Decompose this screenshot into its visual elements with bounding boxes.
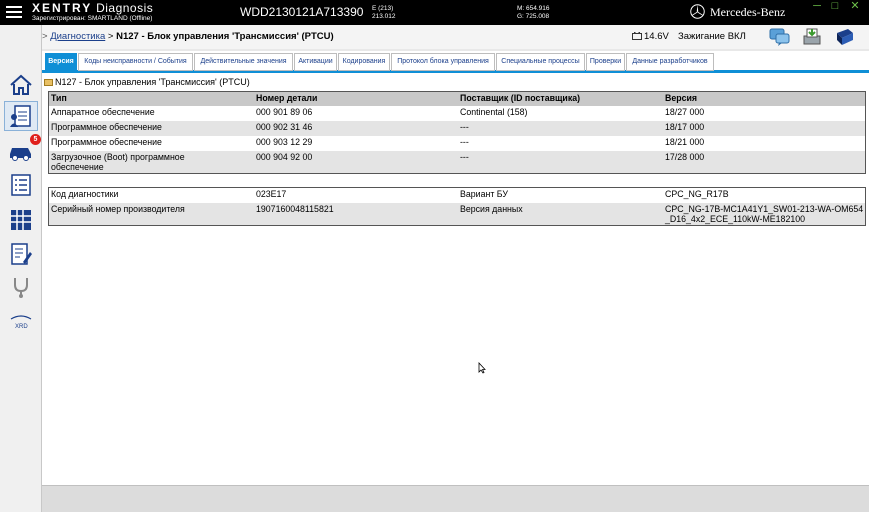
tab-bar: Версия Коды неисправности / События Дейс… — [42, 51, 869, 73]
car-fault-icon — [10, 148, 31, 161]
tab-actual-values[interactable]: Действительные значения — [194, 53, 293, 71]
table-cell: 000 903 12 29 — [256, 137, 313, 147]
table-cell: 000 901 89 06 — [256, 107, 313, 117]
support-button[interactable] — [4, 272, 38, 302]
table-cell: 18/21 000 — [665, 137, 705, 147]
table-cell: --- — [460, 137, 469, 147]
control-units-button[interactable] — [4, 205, 38, 235]
table-cell: 18/27 000 — [665, 107, 705, 117]
xrd-button[interactable]: XRD — [4, 307, 38, 337]
diagnostic-info-table: Код диагностики 023E17 Вариант БУ CPC_NG… — [48, 187, 866, 226]
close-icon[interactable]: ✕ — [849, 0, 861, 12]
tab-checks[interactable]: Проверки — [586, 53, 625, 71]
folder-icon — [44, 79, 53, 86]
list-button[interactable] — [4, 170, 38, 200]
breadcrumb-diagnostics[interactable]: Диагностика — [50, 31, 105, 42]
tab-developer-data[interactable]: Данные разработчиков — [626, 53, 714, 71]
table-cell: Версия данных — [460, 204, 523, 214]
table-cell: 000 904 92 00 — [256, 152, 313, 162]
table-cell: Загрузочное (Boot) программное обеспечен… — [51, 152, 185, 172]
table-row: Аппаратное обеспечение 000 901 89 06 Con… — [49, 106, 865, 121]
vin-number: WDD2130121A713390 — [240, 5, 364, 19]
xrd-icon: XRD — [10, 315, 32, 330]
table-cell: CPC_NG_R17B — [665, 189, 729, 199]
breadcrumb: > Диагностика > N127 - Блок управления '… — [42, 31, 334, 42]
vehicle-faults-button[interactable]: 5 — [4, 134, 41, 166]
mouse-cursor-icon — [478, 362, 486, 374]
table-cell: CPC_NG-17B-MC1A41Y1_SW01-213-WA-OM654_D1… — [665, 204, 864, 224]
table-row: Программное обеспечение 000 903 12 29 --… — [49, 136, 865, 151]
table-cell: 17/28 000 — [665, 152, 705, 162]
documents-button[interactable] — [4, 239, 38, 269]
column-header: Номер детали — [256, 93, 318, 103]
grid-icon — [11, 210, 31, 230]
list-icon — [11, 174, 31, 196]
table-cell: Код диагностики — [51, 189, 119, 199]
tab-activations[interactable]: Активации — [294, 53, 337, 71]
table-cell: 1907160048115821 — [256, 204, 334, 214]
table-cell: 18/17 000 — [665, 122, 705, 132]
table-row: Программное обеспечение 000 902 31 46 --… — [49, 121, 865, 136]
maximize-icon[interactable]: □ — [829, 0, 841, 12]
mg-codes: M: 654.916 G: 725.008 — [517, 5, 550, 20]
title-bar: XENTRY Diagnosis Зарегистрирован: SMARTL… — [0, 0, 869, 25]
main-content: N127 - Блок управления 'Трансмиссия' (PT… — [42, 73, 869, 485]
tab-control-unit-log[interactable]: Протокол блока управления — [391, 53, 495, 71]
app-title: XENTRY Diagnosis — [32, 1, 154, 15]
breadcrumb-current: N127 - Блок управления 'Трансмиссия' (PT… — [116, 31, 334, 42]
clipboard-person-icon — [10, 105, 31, 127]
diagnosis-button[interactable] — [4, 101, 38, 131]
table-cell: Серийный номер производителя — [51, 204, 185, 214]
table-cell: 000 902 31 46 — [256, 122, 313, 132]
table-cell: --- — [460, 152, 469, 162]
manual-book-icon[interactable] — [834, 27, 856, 47]
table-cell: Continental (158) — [460, 107, 528, 117]
printer-icon[interactable] — [801, 27, 823, 47]
chat-icon[interactable] — [769, 27, 791, 47]
minimize-icon[interactable]: ─ — [811, 0, 823, 12]
tab-version[interactable]: Версия — [45, 53, 77, 71]
section-title: N127 - Блок управления 'Трансмиссия' (PT… — [44, 77, 250, 87]
home-button[interactable] — [4, 70, 38, 100]
table-cell: Программное обеспечение — [51, 122, 162, 132]
battery-voltage: 14.6V — [644, 31, 669, 42]
table-row: Загрузочное (Boot) программное обеспечен… — [49, 151, 865, 173]
registration-status: Зарегистрирован: SMARTLAND (Offline) — [32, 15, 153, 22]
table-cell: Аппаратное обеспечение — [51, 107, 155, 117]
table-row: Код диагностики 023E17 Вариант БУ CPC_NG… — [49, 188, 865, 203]
column-header: Версия — [665, 93, 698, 103]
mercedes-star-icon — [690, 4, 705, 19]
table-cell: Программное обеспечение — [51, 137, 162, 147]
header-bar: > Диагностика > N127 - Блок управления '… — [12, 25, 869, 49]
table-header: Тип Номер детали Поставщик (ID поставщик… — [49, 92, 865, 106]
tab-special-procedures[interactable]: Специальные процессы — [496, 53, 585, 71]
version-table: Тип Номер детали Поставщик (ID поставщик… — [48, 91, 866, 174]
menu-icon[interactable] — [6, 6, 22, 18]
table-row: Серийный номер производителя 19071600481… — [49, 203, 865, 225]
brand-name: Mercedes-Benz — [710, 5, 786, 19]
column-header: Поставщик (ID поставщика) — [460, 93, 581, 103]
engine-code: E (213) 213.012 — [372, 5, 396, 20]
table-cell: 023E17 — [256, 189, 287, 199]
ignition-status: Зажигание ВКЛ — [678, 31, 746, 42]
status-bar — [42, 485, 869, 512]
table-cell: --- — [460, 122, 469, 132]
edit-document-icon — [11, 243, 32, 265]
home-icon — [10, 74, 32, 95]
battery-icon — [632, 32, 642, 40]
tab-coding[interactable]: Кодирования — [338, 53, 390, 71]
tab-fault-codes[interactable]: Коды неисправности / События — [78, 53, 193, 71]
column-header: Тип — [51, 93, 67, 103]
stethoscope-icon — [14, 278, 28, 298]
table-cell: Вариант БУ — [460, 189, 508, 199]
svg-text:XRD: XRD — [15, 324, 28, 330]
left-toolbar: 5 XRD — [0, 25, 42, 512]
fault-count-badge: 5 — [30, 134, 41, 145]
